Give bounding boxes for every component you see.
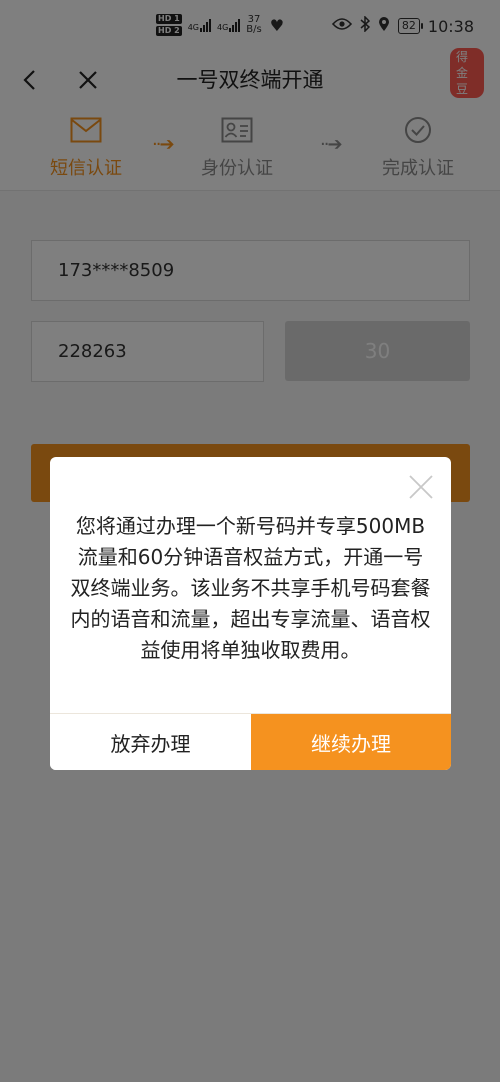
close-icon <box>409 475 433 499</box>
dialog-actions: 放弃办理 继续办理 <box>50 713 451 770</box>
dialog-close-button[interactable] <box>407 473 435 501</box>
confirm-dialog: 您将通过办理一个新号码并专享500MB流量和60分钟语音权益方式，开通一号双终端… <box>50 457 451 770</box>
abandon-button[interactable]: 放弃办理 <box>50 714 251 770</box>
continue-button[interactable]: 继续办理 <box>251 714 451 770</box>
dialog-message: 您将通过办理一个新号码并专享500MB流量和60分钟语音权益方式，开通一号双终端… <box>70 514 431 662</box>
